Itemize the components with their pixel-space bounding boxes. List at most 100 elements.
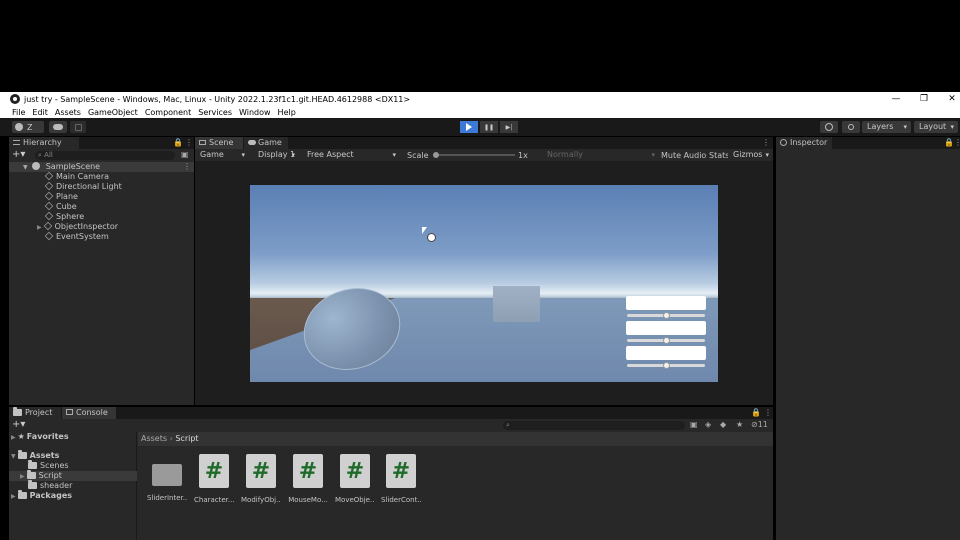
search-placeholder: All	[44, 151, 53, 159]
cloud-button[interactable]	[49, 121, 67, 133]
tree-packages[interactable]: ▶ Packages	[9, 490, 73, 501]
ui-slider-knob[interactable]	[663, 362, 670, 369]
play-focus-dropdown[interactable]: Normally	[542, 149, 659, 161]
menu-window[interactable]: Window	[239, 108, 271, 117]
aspect-dropdown[interactable]: Free Aspect	[302, 149, 400, 161]
kebab-menu-icon[interactable]: ⋮	[954, 137, 960, 149]
ui-input-field-2[interactable]	[626, 321, 706, 335]
game-viewport[interactable]	[250, 185, 718, 382]
star-icon: ★	[17, 432, 25, 441]
stats-toggle[interactable]: Stats	[709, 151, 729, 160]
ui-input-field-1[interactable]	[626, 296, 706, 310]
tag-icon[interactable]: ◆	[720, 420, 726, 429]
breadcrumb-script[interactable]: Script	[175, 434, 198, 443]
hierarchy-search-input[interactable]: ⌕ All	[35, 151, 175, 160]
gameobject-icon	[44, 231, 54, 241]
kebab-menu-icon[interactable]: ⋮	[762, 137, 770, 149]
hierarchy-item-cube[interactable]: Cube	[9, 201, 77, 212]
maximize-button[interactable]: ❐	[910, 92, 938, 106]
kebab-menu-icon[interactable]: ⋮	[764, 407, 772, 419]
hierarchy-item-objectinspector[interactable]: ▶ ObjectInspector	[9, 221, 118, 232]
ui-slider-knob[interactable]	[663, 312, 670, 319]
hierarchy-item-eventsystem[interactable]: EventSystem	[9, 231, 109, 242]
search-by-label-icon[interactable]: ◈	[705, 420, 711, 429]
expand-arrow-icon: ▼	[11, 453, 16, 460]
menu-edit[interactable]: Edit	[32, 108, 48, 117]
tab-hierarchy[interactable]: Hierarchy	[9, 137, 79, 149]
packages-label: Packages	[29, 491, 73, 500]
hierarchy-item-main-camera[interactable]: Main Camera	[9, 171, 109, 182]
asset-item-script[interactable]: # ModifyObj...	[241, 454, 281, 504]
ui-slider-1[interactable]	[627, 312, 705, 319]
tab-project[interactable]: Project	[9, 407, 61, 419]
filter-icon[interactable]: ▣	[181, 150, 189, 159]
folder-icon	[28, 460, 37, 469]
step-icon: ▶|	[505, 123, 513, 131]
menu-gameobject[interactable]: GameObject	[88, 108, 138, 117]
tree-assets[interactable]: ▼ Assets	[9, 450, 59, 461]
menu-file[interactable]: File	[12, 108, 25, 117]
play-button[interactable]	[460, 121, 478, 133]
hierarchy-item-sphere[interactable]: Sphere	[9, 211, 84, 222]
menu-assets[interactable]: Assets	[55, 108, 81, 117]
tab-console[interactable]: Console	[62, 407, 116, 419]
tree-favorites[interactable]: ▶ ★ Favorites	[9, 432, 69, 442]
history-button[interactable]	[820, 121, 838, 133]
hierarchy-item-directional-light[interactable]: Directional Light	[9, 181, 122, 192]
ui-slider-3[interactable]	[627, 362, 705, 369]
asset-item-script[interactable]: # MouseMo...	[288, 454, 328, 504]
close-button[interactable]: ✕	[938, 92, 960, 106]
csharp-script-icon: #	[293, 454, 323, 488]
gizmos-dropdown[interactable]: Gizmos	[728, 149, 773, 161]
asset-item-script[interactable]: # SliderCont...	[381, 454, 421, 504]
scale-slider-knob[interactable]	[433, 152, 439, 158]
create-button[interactable]: +▾	[12, 419, 25, 430]
lock-icon[interactable]: 🔒	[173, 137, 183, 149]
layout-dropdown[interactable]: Layout	[914, 121, 958, 133]
minimize-button[interactable]: —	[882, 92, 910, 106]
add-button[interactable]: +▾	[12, 150, 25, 160]
menu-component[interactable]: Component	[145, 108, 191, 117]
csharp-script-icon: #	[246, 454, 276, 488]
display-dropdown[interactable]: Display 1	[253, 149, 299, 161]
mute-audio-toggle[interactable]: Mute Audio	[661, 151, 706, 160]
asset-label: MoveObje...	[335, 496, 375, 504]
scene-row[interactable]: ▼ SampleScene ⋮	[9, 162, 194, 172]
ui-slider-knob[interactable]	[663, 337, 670, 344]
menu-services[interactable]: Services	[198, 108, 232, 117]
game-mode-dropdown[interactable]: Game	[195, 149, 249, 161]
favorite-star-icon[interactable]: ★	[736, 420, 743, 429]
asset-item-folder[interactable]: SliderInter...	[147, 454, 187, 502]
ui-input-field-3[interactable]	[626, 346, 706, 360]
scene-menu-icon[interactable]: ⋮	[183, 162, 191, 172]
search-icon	[848, 124, 854, 130]
account-dropdown[interactable]: Z	[12, 121, 44, 133]
kebab-menu-icon[interactable]: ⋮	[185, 137, 193, 149]
ui-slider-2[interactable]	[627, 337, 705, 344]
breadcrumb-assets[interactable]: Assets	[141, 434, 167, 443]
center-tabstrip: Scene Game ⋮	[195, 137, 773, 149]
hidden-packages-count[interactable]: ⊘11	[751, 420, 768, 429]
tree-item-label: Scenes	[40, 461, 69, 470]
hierarchy-item-plane[interactable]: Plane	[9, 191, 78, 202]
menu-help[interactable]: Help	[278, 108, 296, 117]
lock-icon[interactable]: 🔒	[751, 407, 761, 419]
folder-icon	[13, 407, 22, 416]
layers-dropdown[interactable]: Layers	[862, 121, 911, 133]
search-by-type-icon[interactable]: ▣	[690, 420, 698, 429]
collab-button[interactable]	[70, 121, 86, 133]
game-tab-label: Game	[258, 138, 282, 147]
asset-item-script[interactable]: # Character...	[194, 454, 234, 504]
pause-button[interactable]: ❚❚	[480, 121, 498, 133]
search-button[interactable]	[842, 121, 860, 133]
tab-scene[interactable]: Scene	[195, 137, 243, 149]
tree-item-scenes[interactable]: Scenes	[9, 460, 69, 471]
step-button[interactable]: ▶|	[500, 121, 518, 133]
tab-inspector[interactable]: Inspector	[776, 137, 832, 149]
tab-game[interactable]: Game	[244, 137, 288, 149]
lock-icon[interactable]: 🔒	[944, 137, 954, 149]
project-search-input[interactable]: ⌕	[503, 421, 685, 430]
scale-slider[interactable]	[433, 152, 515, 158]
asset-item-script[interactable]: # MoveObje...	[335, 454, 375, 504]
project-toolbar: +▾ ⌕ ▣ ◈ ◆ ★ ⊘11	[9, 419, 773, 431]
